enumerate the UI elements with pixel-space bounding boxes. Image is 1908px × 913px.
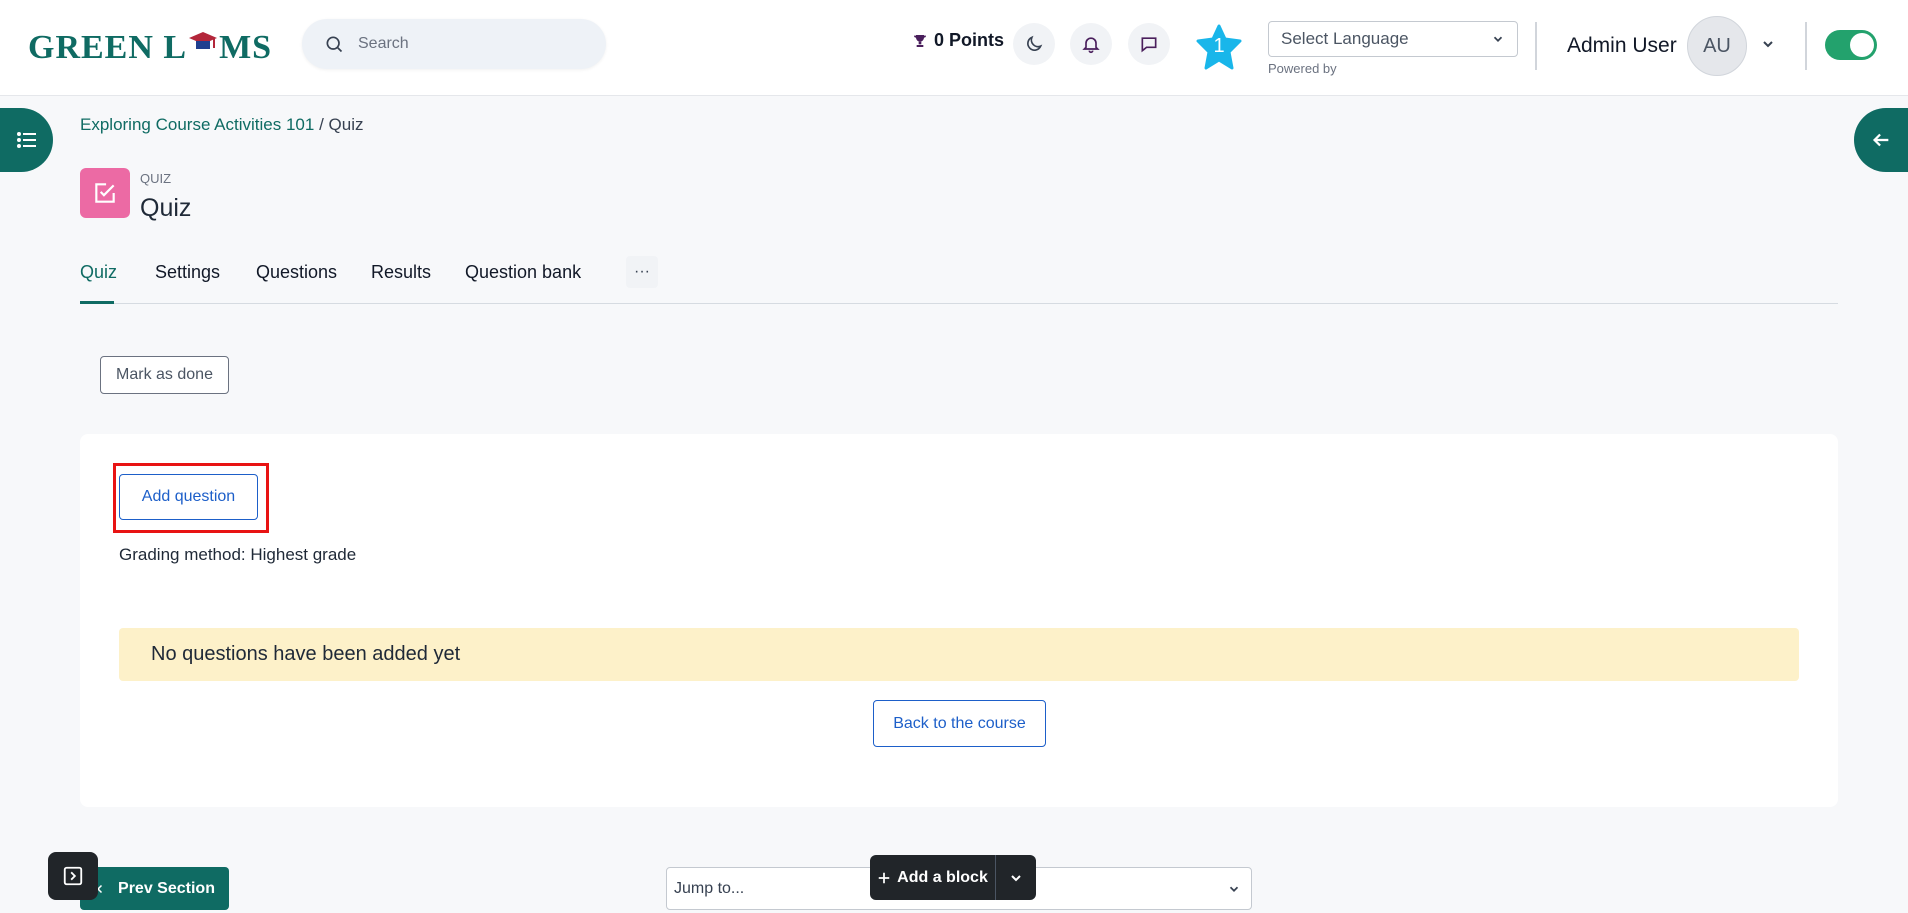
prev-section-button[interactable]: Prev Section xyxy=(80,867,229,910)
breadcrumb: Exploring Course Activities 101 / Quiz xyxy=(80,115,364,135)
add-block-button[interactable]: Add a block xyxy=(870,855,996,900)
tab-quiz[interactable]: Quiz xyxy=(80,262,117,283)
points-text: 0 Points xyxy=(934,30,1005,50)
grading-method-text: Grading method: Highest grade xyxy=(119,545,357,564)
language-select-value: Select Language xyxy=(1281,29,1409,48)
prev-section-label: Prev Section xyxy=(118,879,215,897)
points-display[interactable]: 0 Points xyxy=(912,30,1004,51)
trophy-icon xyxy=(914,34,926,47)
search-input[interactable] xyxy=(358,35,578,53)
graduation-cap-icon xyxy=(189,32,218,49)
page-title: Quiz xyxy=(140,194,192,222)
breadcrumb-current: Quiz xyxy=(328,115,364,134)
chevron-down-icon xyxy=(1011,874,1021,881)
jump-to-value: Jump to... xyxy=(674,879,745,897)
logo-text-end: MS xyxy=(219,29,273,66)
footer-sidebar-toggle-button[interactable] xyxy=(48,852,98,900)
chevron-down-icon xyxy=(1493,36,1503,42)
add-block-label: Add a block xyxy=(897,868,988,886)
breadcrumb-separator: / xyxy=(319,115,324,134)
block-drawer-button[interactable] xyxy=(1854,108,1908,172)
chevron-down-icon xyxy=(1229,886,1239,892)
back-to-course-button[interactable]: Back to the course xyxy=(873,700,1046,747)
divider xyxy=(1805,22,1807,70)
powered-by-label: Powered by xyxy=(1268,61,1337,76)
logo-text: GREEN L xyxy=(28,29,188,66)
tab-questions[interactable]: Questions xyxy=(256,262,337,283)
breadcrumb-course-link[interactable]: Exploring Course Activities 101 xyxy=(80,115,314,134)
tab-more-button[interactable]: ··· xyxy=(626,256,658,288)
dark-mode-button[interactable] xyxy=(1013,23,1055,65)
user-menu-chevron-icon[interactable] xyxy=(1760,36,1776,52)
quiz-activity-icon xyxy=(80,168,130,218)
divider xyxy=(1535,22,1537,70)
tab-results[interactable]: Results xyxy=(371,262,431,283)
list-icon xyxy=(16,132,36,148)
quiz-info-card: Add question Grading method: Highest gra… xyxy=(80,434,1838,807)
arrow-left-icon xyxy=(1872,133,1889,147)
chat-icon xyxy=(1141,37,1157,53)
no-questions-notice: No questions have been added yet xyxy=(119,628,1799,681)
star-count: 1 xyxy=(1213,35,1225,57)
level-star-badge[interactable]: 1 xyxy=(1196,24,1242,70)
active-tab-indicator xyxy=(80,301,114,304)
checkbox-edit-icon xyxy=(95,183,115,203)
messages-button[interactable] xyxy=(1128,23,1170,65)
avatar[interactable]: AU xyxy=(1687,16,1747,76)
user-name[interactable]: Admin User xyxy=(1567,34,1677,58)
sidebar-toggle-icon xyxy=(63,866,83,886)
search-box[interactable] xyxy=(302,19,606,69)
bell-icon xyxy=(1082,37,1100,54)
secondary-navigation: Quiz Settings Questions Results Question… xyxy=(80,250,1838,304)
moon-icon xyxy=(1027,35,1043,51)
top-navbar: GREEN L MS 0 Points xyxy=(0,0,1908,96)
plus-icon xyxy=(878,872,890,883)
search-icon xyxy=(326,36,343,53)
mark-as-done-button[interactable]: Mark as done xyxy=(100,356,229,394)
edit-mode-toggle[interactable] xyxy=(1825,30,1877,60)
tab-settings[interactable]: Settings xyxy=(155,262,220,283)
add-block-dropdown-button[interactable] xyxy=(996,855,1036,900)
add-block-button-group: Add a block xyxy=(870,855,1036,900)
site-logo[interactable]: GREEN L MS xyxy=(28,28,272,68)
tab-question-bank[interactable]: Question bank xyxy=(465,262,581,283)
notifications-button[interactable] xyxy=(1070,23,1112,65)
language-select[interactable]: Select Language xyxy=(1268,21,1518,57)
course-index-drawer-button[interactable] xyxy=(0,108,53,172)
activity-type-label: QUIZ xyxy=(140,171,172,186)
add-question-button[interactable]: Add question xyxy=(119,474,258,520)
